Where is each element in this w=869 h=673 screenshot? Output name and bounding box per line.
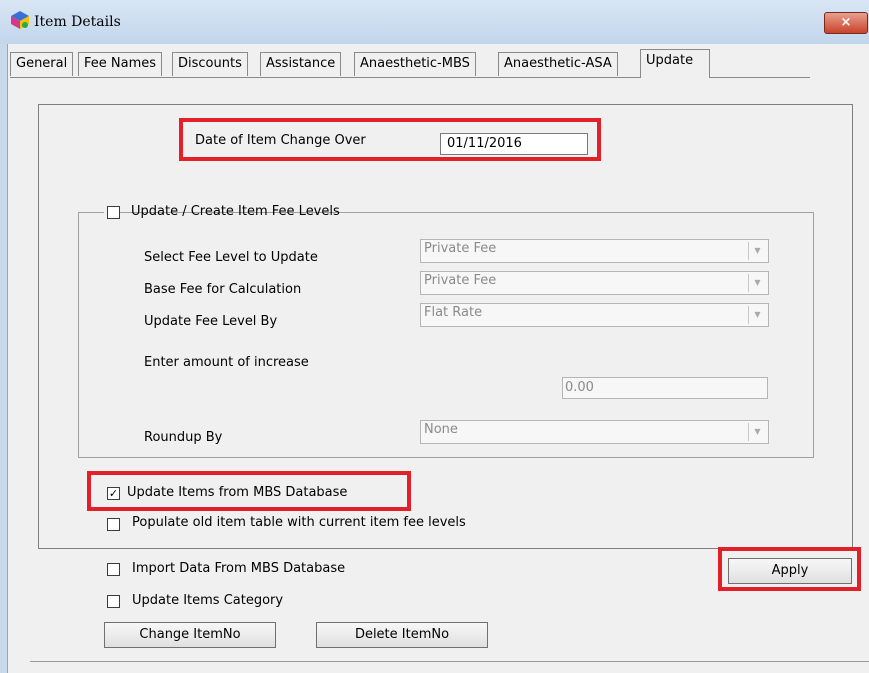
footer-divider [30, 661, 869, 662]
tab-anaesthetic-mbs[interactable]: Anaesthetic-MBS [354, 52, 476, 76]
chevron-down-icon[interactable]: ▼ [748, 306, 766, 324]
app-cube-icon [11, 11, 29, 29]
chevron-down-icon[interactable]: ▼ [748, 274, 766, 292]
tab-discounts[interactable]: Discounts [172, 52, 248, 76]
chevron-down-icon[interactable]: ▼ [748, 242, 766, 260]
import-mbs-checkbox[interactable] [107, 563, 120, 576]
select-fee-level-dropdown[interactable]: Private Fee ▼ [420, 239, 769, 263]
tab-anaesthetic-asa[interactable]: Anaesthetic-ASA [498, 52, 618, 76]
roundup-by-value: None [424, 422, 458, 437]
tab-assistance[interactable]: Assistance [260, 52, 342, 76]
select-fee-level-value: Private Fee [424, 241, 497, 256]
update-fee-level-by-label: Update Fee Level By [144, 314, 278, 329]
increase-amount-input[interactable]: 0.00 [562, 377, 768, 399]
roundup-by-label: Roundup By [144, 430, 223, 445]
window-title: Item Details [34, 14, 121, 30]
import-mbs-label[interactable]: Import Data From MBS Database [132, 561, 345, 576]
update-fee-level-by-dropdown[interactable]: Flat Rate ▼ [420, 303, 769, 327]
change-itemno-button[interactable]: Change ItemNo [104, 622, 276, 648]
changeover-highlight [179, 118, 601, 161]
update-category-checkbox[interactable] [107, 595, 120, 608]
update-category-label[interactable]: Update Items Category [132, 593, 283, 608]
populate-old-checkbox[interactable] [107, 518, 120, 531]
delete-itemno-button[interactable]: Delete ItemNo [316, 622, 488, 648]
select-fee-level-label: Select Fee Level to Update [144, 250, 318, 265]
close-button[interactable]: × [824, 12, 868, 34]
base-fee-label: Base Fee for Calculation [144, 282, 302, 297]
chevron-down-icon[interactable]: ▼ [748, 423, 766, 441]
window-border [0, 44, 8, 673]
fee-levels-legend-spacer [104, 204, 404, 222]
base-fee-value: Private Fee [424, 273, 497, 288]
title-bar[interactable] [0, 0, 869, 45]
populate-old-label[interactable]: Populate old item table with current ite… [132, 515, 466, 530]
apply-highlight [718, 547, 861, 591]
tab-fee-names[interactable]: Fee Names [78, 52, 163, 76]
update-mbs-highlight [87, 471, 411, 511]
base-fee-dropdown[interactable]: Private Fee ▼ [420, 271, 769, 295]
tab-general[interactable]: General [10, 52, 74, 76]
roundup-by-dropdown[interactable]: None ▼ [420, 420, 769, 444]
tab-update[interactable]: Update [640, 49, 710, 78]
update-fee-level-by-value: Flat Rate [424, 305, 483, 320]
increase-amount-label: Enter amount of increase [144, 355, 309, 370]
